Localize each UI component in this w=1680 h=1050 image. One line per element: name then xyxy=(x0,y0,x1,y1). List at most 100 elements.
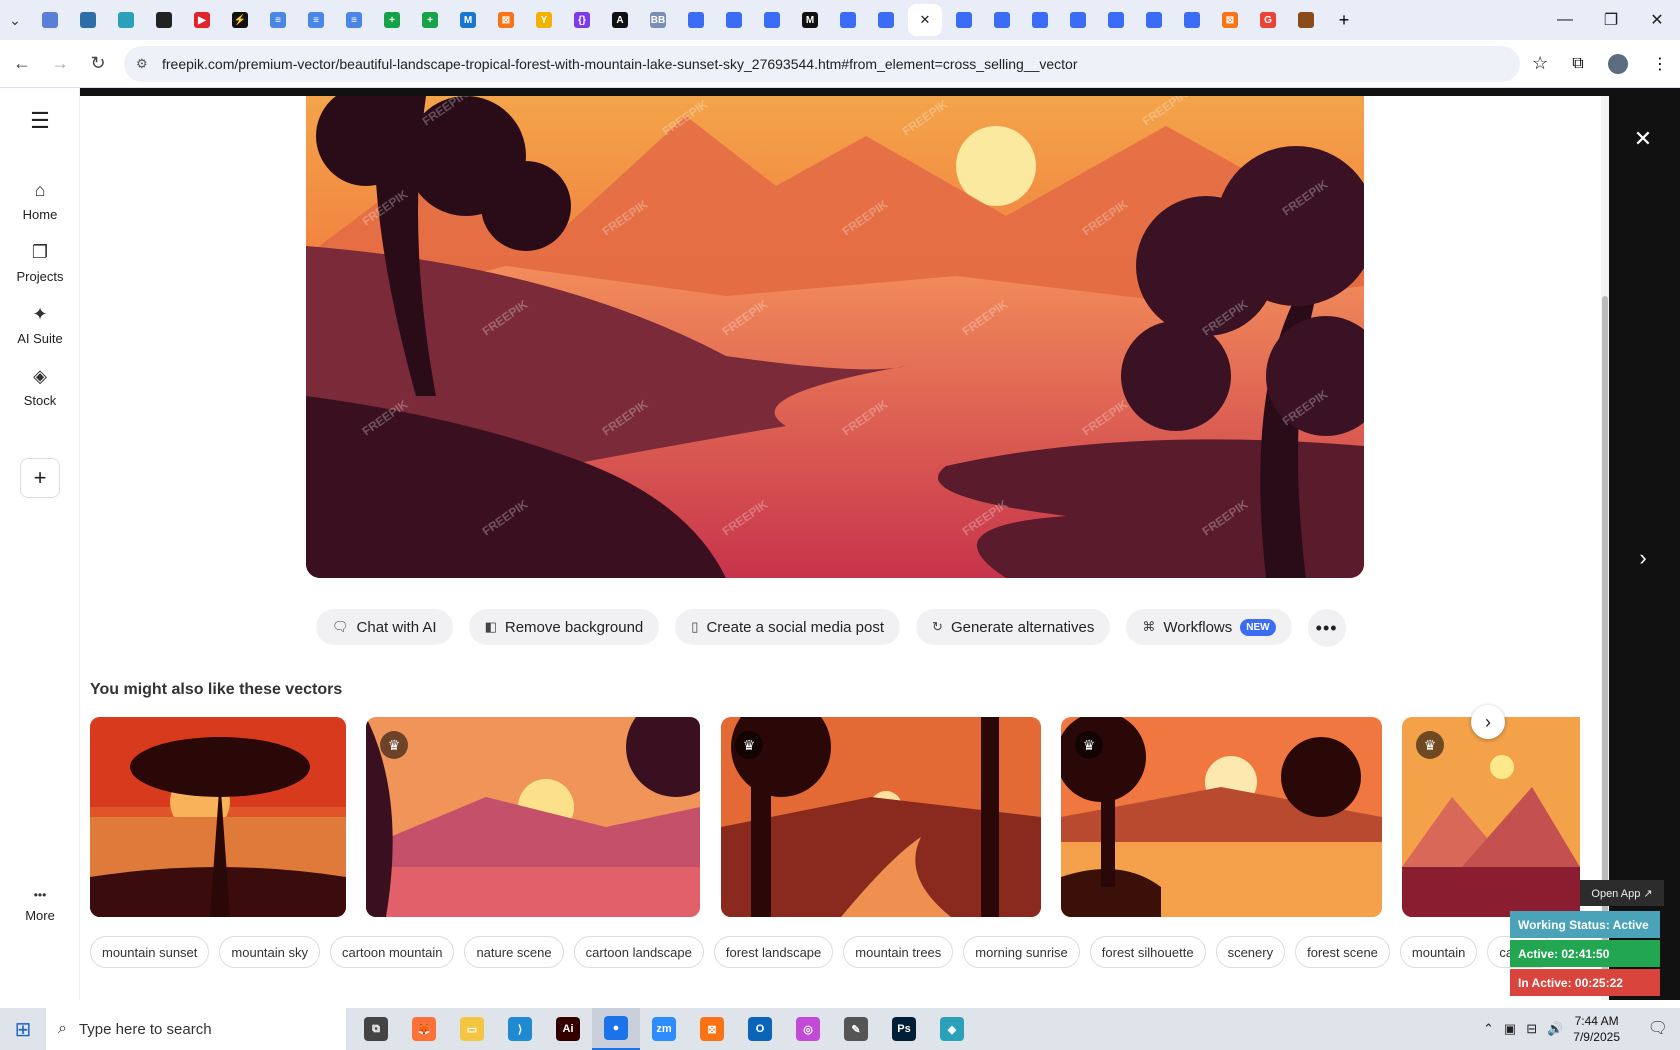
bookmark-star-icon[interactable]: ☆ xyxy=(1532,53,1548,74)
network-icon[interactable]: ⊟ xyxy=(1526,1021,1537,1037)
tab-active[interactable]: ✕ xyxy=(908,4,942,36)
sidebar-item-home[interactable]: ⌂ Home xyxy=(0,180,80,222)
forward-icon[interactable]: → xyxy=(44,48,76,80)
tag-chip[interactable]: cartoon mountain xyxy=(330,936,455,968)
add-icon[interactable]: + xyxy=(20,458,60,498)
sidebar-item-stock[interactable]: ◈ Stock xyxy=(0,366,80,408)
tab-18[interactable] xyxy=(718,4,750,36)
profile-avatar[interactable] xyxy=(1607,53,1628,74)
tab-after-6[interactable] xyxy=(1176,4,1208,36)
file-explorer-icon[interactable]: ▭ xyxy=(448,1008,496,1050)
tag-chip[interactable]: scenery xyxy=(1215,936,1286,968)
tab-22[interactable] xyxy=(870,4,902,36)
pen-tool-icon[interactable]: ✎ xyxy=(832,1008,880,1050)
related-thumb[interactable]: ♛ xyxy=(366,717,700,917)
tab-after-2[interactable] xyxy=(1024,4,1056,36)
related-thumb[interactable]: ♛ xyxy=(1402,717,1580,917)
tag-chip[interactable]: mountain sky xyxy=(219,936,320,968)
tab-5[interactable]: ⚡ xyxy=(224,4,256,36)
taskbar-search[interactable]: ⌕ Type here to search xyxy=(46,1008,346,1050)
illustrator-icon[interactable]: Ai xyxy=(544,1008,592,1050)
tab-7[interactable]: ≡ xyxy=(300,4,332,36)
tag-chip[interactable]: mountain xyxy=(1399,936,1478,968)
workflows-button[interactable]: ⌘ Workflows NEW xyxy=(1126,609,1292,645)
tag-chip[interactable]: forest silhouette xyxy=(1089,936,1206,968)
social-media-post-button[interactable]: ▯ Create a social media post xyxy=(675,609,901,645)
browser-menu-icon[interactable]: ⋮ xyxy=(1652,54,1668,74)
tab-2[interactable] xyxy=(110,4,142,36)
more-actions-button[interactable]: ••• xyxy=(1307,609,1346,647)
photoshop-icon[interactable]: Ps xyxy=(880,1008,928,1050)
modal-close-icon[interactable]: ✕ xyxy=(1628,124,1658,154)
tab-4[interactable]: ▶ xyxy=(186,4,218,36)
tab-1[interactable] xyxy=(72,4,104,36)
tab-16[interactable]: BB xyxy=(642,4,674,36)
app-icon[interactable]: ◆ xyxy=(928,1008,976,1050)
window-close-icon[interactable]: ✕ xyxy=(1634,0,1680,40)
extensions-icon[interactable]: ⧉ xyxy=(1572,55,1583,73)
sidebar-item-ai-suite[interactable]: ✦ AI Suite xyxy=(0,304,80,346)
tab-15[interactable]: A xyxy=(604,4,636,36)
tag-chip[interactable]: mountain trees xyxy=(843,936,954,968)
open-app-button[interactable]: Open App ↗ xyxy=(1580,880,1664,906)
tab-6[interactable]: ≡ xyxy=(262,4,294,36)
tag-chip[interactable]: nature scene xyxy=(464,936,564,968)
tab-after-0[interactable] xyxy=(948,4,980,36)
restore-icon[interactable]: ❐ xyxy=(1588,0,1634,40)
tray-expand-icon[interactable]: ⌃ xyxy=(1483,1021,1494,1037)
tab-12[interactable]: ⊠ xyxy=(490,4,522,36)
minimize-icon[interactable]: — xyxy=(1542,0,1588,40)
tag-chip[interactable]: forest scene xyxy=(1295,936,1390,968)
tab-10[interactable]: + xyxy=(414,4,446,36)
tab-after-5[interactable] xyxy=(1138,4,1170,36)
carousel-next-icon[interactable]: › xyxy=(1471,705,1505,739)
tab-after-8[interactable]: G xyxy=(1252,4,1284,36)
chat-with-ai-button[interactable]: 🗨 Chat with AI xyxy=(316,609,453,645)
firefox-icon[interactable]: 🦊 xyxy=(400,1008,448,1050)
tab-search-icon[interactable]: ⌄ xyxy=(0,5,30,35)
taskbar-clock[interactable]: 7:44 AM 7/9/2025 xyxy=(1573,1013,1620,1045)
tray-app-icon[interactable]: ▣ xyxy=(1504,1021,1516,1037)
sidebar-item-projects[interactable]: ❐ Projects xyxy=(0,242,80,284)
vscode-icon[interactable]: ⟩ xyxy=(496,1008,544,1050)
tab-19[interactable] xyxy=(756,4,788,36)
related-thumb[interactable] xyxy=(90,717,346,917)
sidebar-item-more[interactable]: ••• More xyxy=(0,888,80,923)
tab-21[interactable] xyxy=(832,4,864,36)
tab-after-9[interactable] xyxy=(1290,4,1322,36)
tab-14[interactable]: {} xyxy=(566,4,598,36)
xampp-icon[interactable]: ⊠ xyxy=(688,1008,736,1050)
volume-icon[interactable]: 🔊 xyxy=(1547,1021,1563,1037)
tab-close-icon[interactable]: ✕ xyxy=(920,12,931,28)
hero-image[interactable]: FREEPIK FREEPIK FREEPIK FREEPIK FREEPIK FREEP… xyxy=(306,96,1364,578)
chrome-icon[interactable]: ● xyxy=(592,1008,640,1050)
related-thumb[interactable]: ♛ xyxy=(1061,717,1382,917)
back-icon[interactable]: ← xyxy=(6,48,38,80)
tab-after-3[interactable] xyxy=(1062,4,1094,36)
zoom-icon[interactable]: zm xyxy=(640,1008,688,1050)
tab-13[interactable]: Y xyxy=(528,4,560,36)
hamburger-menu-icon[interactable]: ☰ xyxy=(0,108,80,134)
url-field[interactable]: ⚙ freepik.com/premium-vector/beautiful-l… xyxy=(124,45,1520,82)
scrollbar-thumb[interactable] xyxy=(1602,296,1608,976)
tab-8[interactable]: ≡ xyxy=(338,4,370,36)
generate-alternatives-button[interactable]: ↻ Generate alternatives xyxy=(916,609,1111,645)
tab-9[interactable]: + xyxy=(376,4,408,36)
new-tab-icon[interactable]: + xyxy=(1328,4,1360,36)
tab-after-4[interactable] xyxy=(1100,4,1132,36)
outlook-icon[interactable]: O xyxy=(736,1008,784,1050)
tab-11[interactable]: M xyxy=(452,4,484,36)
tag-chip[interactable]: morning sunrise xyxy=(963,936,1080,968)
tab-after-7[interactable]: ⊠ xyxy=(1214,4,1246,36)
tab-20[interactable]: M xyxy=(794,4,826,36)
tab-0[interactable] xyxy=(34,4,66,36)
tag-chip[interactable]: cartoon landscape xyxy=(573,936,704,968)
tag-chip[interactable]: forest landscape xyxy=(713,936,834,968)
related-thumb[interactable]: ♛ xyxy=(721,717,1041,917)
tag-chip[interactable]: mountain sunset xyxy=(90,936,210,968)
notification-icon[interactable]: 🗨 xyxy=(1648,1018,1668,1038)
tab-3[interactable] xyxy=(148,4,180,36)
reload-icon[interactable]: ↻ xyxy=(82,48,114,80)
site-info-icon[interactable]: ⚙ xyxy=(136,56,152,72)
windows-start-icon[interactable]: ⊞ xyxy=(0,1008,46,1050)
